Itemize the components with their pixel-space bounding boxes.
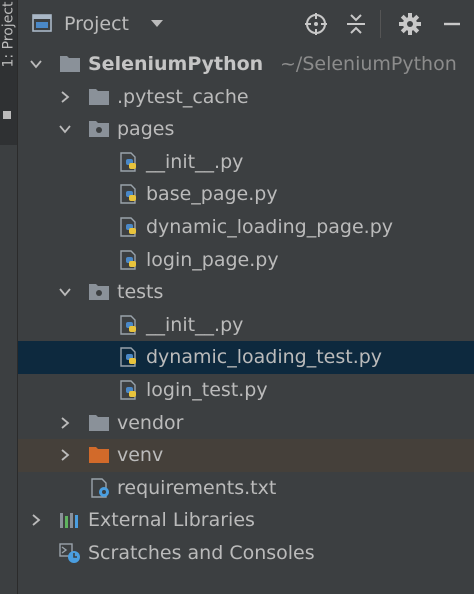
scratches-icon [59,543,80,563]
tree-item-label: base_page.py [146,183,278,206]
tree-item-file-selected[interactable]: dynamic_loading_test.py [18,341,474,374]
header-separator [380,10,381,38]
chevron-down-icon[interactable] [30,58,42,70]
package-folder-icon [89,284,109,301]
tree-item-label: tests [117,281,164,304]
tree-item-label: login_page.py [146,248,279,271]
requirements-file-icon [91,478,109,498]
excluded-folder-icon [89,447,109,464]
project-view-title[interactable]: Project [64,12,129,36]
folder-icon [60,56,80,72]
python-file-icon [120,347,136,368]
project-tool-tab[interactable]: 1: Project [0,0,17,145]
tree-item-root[interactable]: SeleniumPython ~/SeleniumPython [18,48,474,81]
tree-item-file[interactable]: base_page.py [18,178,474,211]
libraries-icon [60,513,78,529]
tab-indicator [3,111,11,119]
tree-item-label: login_test.py [146,378,268,401]
tree-item-label: .pytest_cache [117,85,249,108]
chevron-right-icon[interactable] [30,514,42,527]
python-file-icon [120,184,136,205]
tree-item-label: dynamic_loading_page.py [146,215,394,238]
triangle-down-icon[interactable] [150,16,164,30]
chevron-down-icon[interactable] [59,123,71,135]
python-file-icon [120,315,136,335]
python-file-icon [120,380,136,400]
tree-item-vendor[interactable]: vendor [18,407,474,440]
project-pane-icon [32,14,52,32]
tree-item-label: __init__.py [146,150,244,173]
folder-icon [89,414,109,431]
tree-item-label: venv [117,444,164,467]
chevron-right-icon[interactable] [59,416,71,429]
python-file-icon [120,152,136,172]
tree-item-label: __init__.py [146,313,244,336]
tree-item-requirements[interactable]: requirements.txt [18,472,474,505]
project-tree: SeleniumPython ~/SeleniumPython .pytest_… [18,48,474,570]
tree-item-pages[interactable]: pages [18,113,474,146]
tree-item-file[interactable]: login_page.py [18,244,474,277]
tool-window-strip: 1: Project [0,0,18,594]
tree-item-label: requirements.txt [117,476,277,499]
tree-item-file[interactable]: __init__.py [18,146,474,179]
tree-item-label: Scratches and Consoles [88,541,315,564]
hide-icon[interactable] [440,12,464,36]
tree-item-pytest-cache[interactable]: .pytest_cache [18,81,474,114]
tree-item-tests[interactable]: tests [18,276,474,309]
tree-item-file[interactable]: login_test.py [18,374,474,407]
chevron-down-icon[interactable] [59,286,71,298]
folder-icon [89,88,109,105]
tree-item-label: SeleniumPython [88,53,264,75]
tree-item-file[interactable]: __init__.py [18,309,474,342]
tree-item-venv[interactable]: venv [18,439,474,472]
collapse-all-icon[interactable] [344,12,368,36]
project-tool-tab-label[interactable]: 1: Project [1,2,18,120]
tree-item-label: pages [117,118,175,141]
project-header: Project [18,0,474,48]
python-file-icon [120,217,136,237]
chevron-right-icon[interactable] [59,90,71,103]
settings-icon[interactable] [398,12,422,36]
tree-item-label: External Libraries [88,509,255,532]
tree-item-scratches[interactable]: Scratches and Consoles [18,537,474,570]
root-path-hint: ~/SeleniumPython [280,53,457,75]
tree-item-label: vendor [117,411,184,434]
package-folder-icon [89,121,109,138]
tree-item-file[interactable]: dynamic_loading_page.py [18,211,474,244]
tree-item-external-libraries[interactable]: External Libraries [18,504,474,537]
locate-icon[interactable] [304,12,328,36]
python-file-icon [120,249,136,270]
chevron-right-icon[interactable] [59,449,71,461]
tree-item-label: dynamic_loading_test.py [146,346,383,369]
